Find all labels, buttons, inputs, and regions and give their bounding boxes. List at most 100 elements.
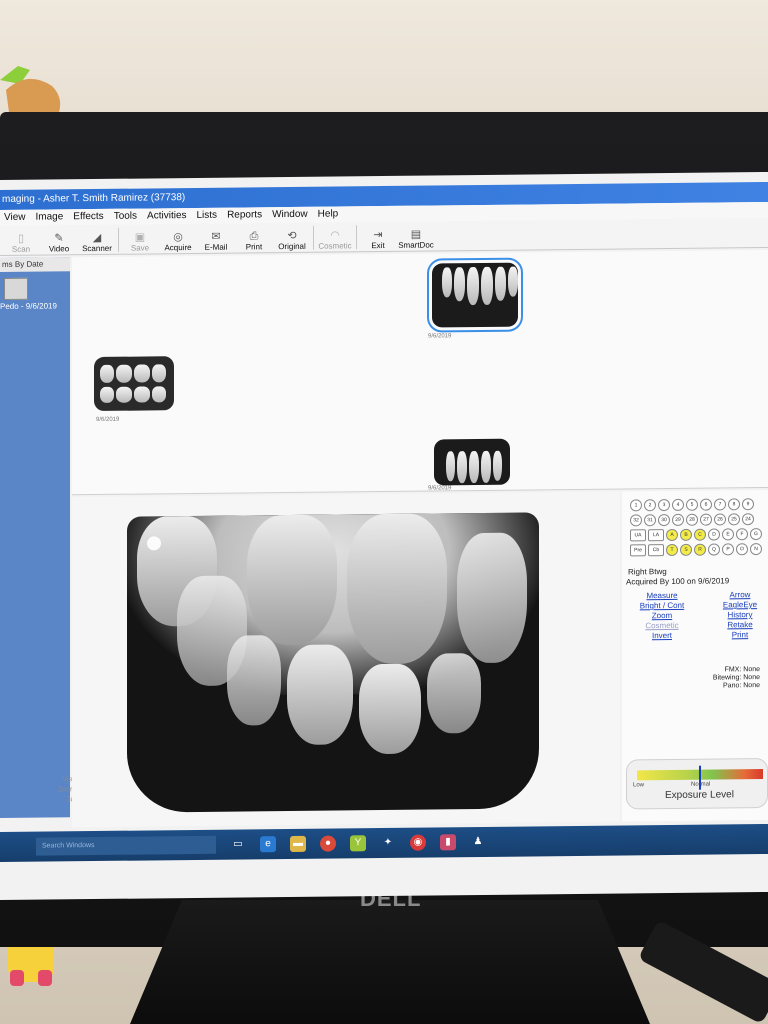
image-region: Right Btwg: [628, 567, 667, 577]
acquire-icon: ◎: [173, 231, 183, 244]
tooth-cell[interactable]: 2: [644, 499, 656, 512]
orientation-marker: [147, 536, 161, 551]
main-image-view[interactable]: [72, 491, 620, 828]
scan-icon: ▯: [17, 232, 25, 245]
exam-thumbnail[interactable]: [4, 277, 28, 300]
cosmetic-link[interactable]: Cosmetic: [632, 621, 692, 632]
tooth-cell[interactable]: Q: [708, 543, 720, 556]
video-button[interactable]: ✎ Video: [40, 226, 78, 254]
toolbar-label: Original: [278, 241, 306, 252]
tool-links: Measure Bright / Cont Zoom Cosmetic Invert A…: [632, 590, 768, 640]
tooth-cell[interactable]: 28: [686, 513, 698, 526]
tooth-cell[interactable]: 29: [672, 513, 684, 526]
tooth-cell[interactable]: E: [722, 528, 734, 541]
original-button[interactable]: ⟲ Original: [273, 224, 311, 252]
save-button[interactable]: ▣ Save: [121, 225, 159, 253]
zoom-link[interactable]: Zoom: [632, 611, 692, 622]
menu-help[interactable]: Help: [314, 206, 345, 222]
smartdoc-button[interactable]: ▤ SmartDoc: [397, 222, 435, 250]
menu-lists[interactable]: Lists: [193, 208, 224, 224]
tooth-cell[interactable]: 4: [672, 498, 684, 511]
menu-view[interactable]: View: [0, 210, 32, 226]
tooth-cell[interactable]: 31: [644, 514, 656, 527]
menu-window[interactable]: Window: [268, 207, 314, 223]
tooth-cell[interactable]: 1: [630, 499, 642, 512]
tooth-cell[interactable]: 7: [714, 498, 726, 511]
tooth-cell[interactable]: UA: [630, 529, 646, 542]
tooth-cell[interactable]: Cb: [648, 544, 664, 557]
tooth-cell[interactable]: 27: [700, 513, 712, 526]
toolbar-label: Acquire: [164, 243, 192, 253]
tooth-cell[interactable]: R: [694, 543, 706, 556]
xray-image[interactable]: [127, 512, 539, 813]
tooth-cell[interactable]: 9: [742, 498, 754, 511]
history-link[interactable]: History: [710, 610, 768, 621]
exam-item[interactable]: Pedo - 9/6/2019: [0, 301, 57, 311]
tooth-cell[interactable]: C: [694, 528, 706, 541]
tooth-chart: 1 2 3 4 5 6 7 8 9 32 31 30 29 28 27 26 25 24 UA LA A B C D E F G Pr…: [630, 498, 768, 559]
app-icon-doc[interactable]: ▮: [440, 834, 456, 851]
tooth-cell[interactable]: O: [736, 543, 748, 556]
tooth-cell[interactable]: 6: [700, 498, 712, 511]
menu-reports[interactable]: Reports: [223, 207, 268, 223]
tooth-cell[interactable]: LA: [648, 529, 664, 542]
scanner-button[interactable]: ◢ Scanner: [78, 226, 116, 254]
tooth-cell[interactable]: Pre: [630, 544, 646, 557]
tooth-cell[interactable]: 25: [728, 513, 740, 526]
app-icon-y[interactable]: Y: [350, 835, 366, 852]
menu-tools[interactable]: Tools: [110, 209, 143, 225]
acquire-button[interactable]: ◎ Acquire: [159, 225, 197, 253]
tooth-cell[interactable]: D: [708, 528, 720, 541]
cosmetic-button[interactable]: ◠ Cosmetic: [316, 223, 354, 251]
xray-thumbnail-1[interactable]: [427, 257, 523, 333]
tooth-cell[interactable]: P: [722, 543, 734, 556]
tooth-cell[interactable]: A: [666, 528, 678, 542]
exit-icon: ⇥: [373, 229, 383, 242]
xray-thumbnail-2[interactable]: [94, 356, 174, 412]
toolbar-label: Scan: [11, 244, 31, 254]
toolbar-separator: [313, 225, 314, 250]
scanner-icon: ◢: [92, 231, 102, 245]
exit-button[interactable]: ⇥ Exit: [359, 223, 397, 251]
folder-icon[interactable]: ▬: [290, 835, 306, 852]
smartdoc-icon: ▤: [410, 228, 422, 241]
brightcont-link[interactable]: Bright / Cont: [632, 601, 692, 612]
toolbar-label: Cosmetic: [318, 241, 352, 251]
tooth-cell[interactable]: B: [680, 528, 692, 541]
retake-link[interactable]: Retake: [710, 620, 768, 631]
acquired-by: Acquired By 100 on 9/6/2019: [626, 576, 730, 587]
tooth-cell[interactable]: N: [750, 543, 762, 556]
tooth-app-icon[interactable]: ♟: [470, 834, 486, 850]
print-button[interactable]: ⎙ Print: [235, 224, 273, 252]
chat-icon[interactable]: ✦: [380, 835, 396, 851]
xray-thumbnail-3[interactable]: [434, 438, 510, 486]
menu-effects[interactable]: Effects: [69, 209, 109, 225]
email-button[interactable]: ✉ E-Mail: [197, 225, 235, 253]
taskbar-search[interactable]: Search Windows: [36, 835, 216, 856]
tooth-cell[interactable]: F: [736, 528, 748, 541]
chrome-icon[interactable]: ●: [320, 835, 336, 852]
invert-link[interactable]: Invert: [632, 631, 692, 642]
tooth-cell[interactable]: 3: [658, 499, 670, 512]
app-icon-red[interactable]: ◉: [410, 834, 426, 851]
eagleeye-link[interactable]: EagleEye: [710, 600, 768, 611]
tooth-cell[interactable]: 24: [742, 513, 754, 526]
left-panel: ms By Date Pedo - 9/6/2019 View Exam Zoo…: [0, 257, 102, 819]
menu-image[interactable]: Image: [32, 209, 70, 225]
task-view-icon[interactable]: ▭: [230, 836, 246, 852]
tooth-cell[interactable]: S: [680, 543, 692, 556]
menu-activities[interactable]: Activities: [143, 208, 192, 225]
arrow-link[interactable]: Arrow: [710, 590, 768, 601]
tooth-cell[interactable]: 32: [630, 514, 642, 527]
tooth-cell[interactable]: T: [666, 543, 678, 557]
edge-icon[interactable]: e: [260, 836, 276, 853]
tooth-cell[interactable]: 26: [714, 513, 726, 526]
measure-link[interactable]: Measure: [632, 591, 692, 602]
scan-button[interactable]: ▯ Scan: [2, 227, 40, 255]
print-link[interactable]: Print: [710, 630, 768, 641]
tooth-cell[interactable]: 5: [686, 498, 698, 511]
tooth-cell[interactable]: 30: [658, 514, 670, 527]
info-panel: 1 2 3 4 5 6 7 8 9 32 31 30 29 28 27 26 25 24 UA LA A B C D E F G Pr…: [622, 489, 768, 822]
tooth-cell[interactable]: 8: [728, 498, 740, 511]
tooth-cell[interactable]: G: [750, 528, 762, 541]
